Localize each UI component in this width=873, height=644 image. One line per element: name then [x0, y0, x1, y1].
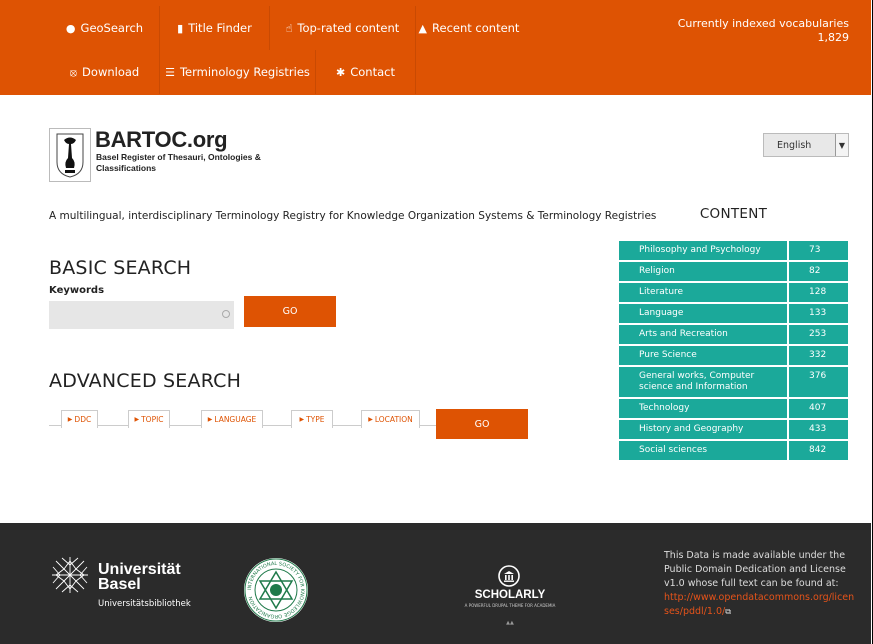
basic-search-go-button[interactable]: GO — [244, 296, 336, 327]
caret-right-icon: ▶ — [299, 416, 305, 423]
category-row[interactable]: History and Geography 433 — [619, 420, 848, 439]
category-count: 253 — [789, 325, 848, 344]
category-count: 332 — [789, 346, 848, 365]
universitat-basel-name[interactable]: Universität Basel — [98, 562, 181, 593]
advanced-search-go-button[interactable]: GO — [436, 409, 528, 439]
filter-tab-topic[interactable]: ▶ TOPIC — [128, 410, 170, 428]
download-icon: ⦻ — [69, 65, 78, 79]
nav-top-rated[interactable]: ☝ Top-rated content — [270, 6, 416, 50]
scholarly-theme-title[interactable]: SCHOLARLY — [462, 589, 558, 601]
category-name[interactable]: Arts and Recreation — [619, 325, 787, 344]
universitat-basel-subtitle: Universitätsbibliothek — [98, 599, 191, 609]
basic-search-heading: BASIC SEARCH — [49, 257, 192, 279]
page: ● GeoSearch ▮ Title Finder ☝ Top-rated c… — [0, 0, 873, 644]
category-row[interactable]: Literature 128 — [619, 283, 848, 302]
category-row[interactable]: Social sciences 842 — [619, 441, 848, 460]
nav-row-secondary: ⦻ Download ☰ Terminology Registries ✱ Co… — [50, 50, 416, 94]
bell-icon: ▲ — [418, 21, 428, 35]
asterisk-icon: ✱ — [336, 65, 346, 79]
category-count: 133 — [789, 304, 848, 323]
nav-terminology-registries[interactable]: ☰ Terminology Registries — [160, 50, 316, 94]
indexed-vocabularies: Currently indexed vocabularies 1,829 — [678, 17, 849, 45]
category-row[interactable]: Language 133 — [619, 304, 848, 323]
scholarly-theme-mark-icon: ▲▲ — [506, 620, 514, 626]
caret-right-icon: ▶ — [67, 416, 73, 423]
keywords-input[interactable] — [49, 301, 234, 329]
category-count: 128 — [789, 283, 848, 302]
category-name[interactable]: Social sciences — [619, 441, 787, 460]
category-name[interactable]: General works, Computer science and Info… — [619, 367, 787, 397]
list-icon: ☰ — [165, 65, 175, 79]
caret-right-icon: ▶ — [368, 416, 373, 423]
language-select[interactable]: English ▼ — [763, 133, 849, 157]
caret-right-icon: ▶ — [207, 416, 213, 423]
category-row[interactable]: Philosophy and Psychology 73 — [619, 241, 848, 260]
thumbs-up-icon: ☝ — [285, 21, 293, 35]
license-link[interactable]: http://www.opendatacommons.org/licenses/… — [664, 592, 854, 617]
content-heading: CONTENT — [699, 206, 768, 222]
universitat-basel-logo-icon[interactable] — [50, 555, 90, 595]
tagline: A multilingual, interdisciplinary Termin… — [49, 210, 657, 222]
top-navigation: ● GeoSearch ▮ Title Finder ☝ Top-rated c… — [0, 0, 871, 95]
category-count: 73 — [789, 241, 848, 260]
category-count: 842 — [789, 441, 848, 460]
license-notice: This Data is made available under the Pu… — [664, 549, 859, 619]
filter-tab-language[interactable]: ▶ LANGUAGE — [201, 410, 263, 428]
category-name[interactable]: Language — [619, 304, 787, 323]
loading-indicator-icon — [222, 310, 230, 318]
filter-tab-ddc[interactable]: ▶ DDC — [61, 410, 98, 428]
keywords-label: Keywords — [49, 285, 105, 296]
nav-download[interactable]: ⦻ Download — [50, 50, 160, 94]
indexed-count: 1,829 — [817, 31, 850, 44]
nav-geosearch[interactable]: ● GeoSearch — [50, 6, 160, 50]
category-name[interactable]: Religion — [619, 262, 787, 281]
globe-icon: ● — [65, 21, 76, 35]
filter-tab-location[interactable]: ▶ LOCATION — [361, 410, 420, 428]
tab-divider — [170, 425, 201, 426]
caret-right-icon: ▶ — [134, 416, 140, 423]
category-count: 433 — [789, 420, 848, 439]
category-name[interactable]: History and Geography — [619, 420, 787, 439]
file-icon: ▮ — [177, 21, 184, 35]
site-subtitle: Basel Register of Thesauri, Ontologies &… — [96, 152, 261, 173]
category-row[interactable]: Technology 407 — [619, 399, 848, 418]
basel-crest-logo[interactable] — [49, 128, 91, 182]
category-name[interactable]: Literature — [619, 283, 787, 302]
scholarly-theme-subtitle: A POWERFUL DRUPAL THEME FOR ACADEMIA — [464, 603, 556, 608]
nav-row-primary: ● GeoSearch ▮ Title Finder ☝ Top-rated c… — [50, 6, 522, 50]
tab-divider — [98, 425, 128, 426]
category-row[interactable]: Religion 82 — [619, 262, 848, 281]
category-row[interactable]: Pure Science 332 — [619, 346, 848, 365]
language-select-value: English — [777, 139, 812, 151]
external-link-icon: ⧉ — [725, 607, 731, 616]
chevron-down-icon: ▼ — [835, 134, 848, 156]
site-title[interactable]: BARTOC.org — [95, 127, 228, 153]
category-row[interactable]: General works, Computer science and Info… — [619, 367, 848, 397]
tab-divider — [333, 425, 361, 426]
tab-divider — [49, 425, 61, 426]
category-row[interactable]: Arts and Recreation 253 — [619, 325, 848, 344]
advanced-search-heading: ADVANCED SEARCH — [49, 370, 242, 392]
indexed-label: Currently indexed vocabularies — [677, 17, 849, 30]
license-text: This Data is made available under the Pu… — [664, 550, 846, 589]
isko-seal-logo[interactable]: INTERNATIONAL SOCIETY FOR KNOWLEDGE ORGA… — [243, 557, 309, 623]
tab-divider — [420, 425, 436, 426]
basel-crest-icon — [56, 133, 84, 178]
scholarly-shield-icon — [498, 565, 520, 587]
category-count: 82 — [789, 262, 848, 281]
nav-title-finder[interactable]: ▮ Title Finder — [160, 6, 270, 50]
category-count: 407 — [789, 399, 848, 418]
category-name[interactable]: Pure Science — [619, 346, 787, 365]
filter-tab-type[interactable]: ▶ TYPE — [291, 410, 333, 428]
nav-recent-content[interactable]: ▲ Recent content — [416, 6, 522, 50]
tab-divider — [263, 425, 291, 426]
nav-contact[interactable]: ✱ Contact — [316, 50, 416, 94]
category-name[interactable]: Philosophy and Psychology — [619, 241, 787, 260]
content-category-list: Philosophy and Psychology 73 Religion 82 L… — [619, 241, 848, 462]
category-name[interactable]: Technology — [619, 399, 787, 418]
category-count: 376 — [789, 367, 848, 397]
